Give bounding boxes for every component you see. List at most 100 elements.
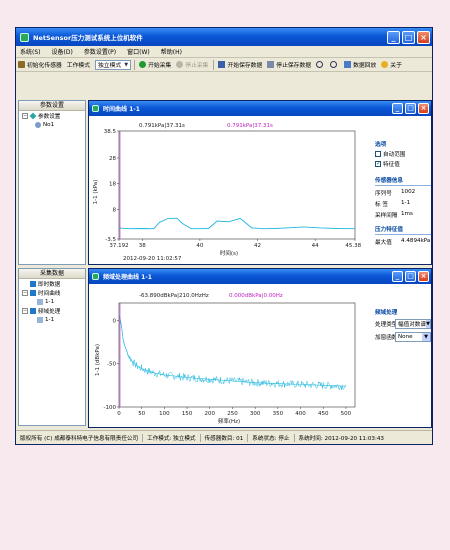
serial-row: 序列号 1002 (375, 189, 431, 197)
diamond-icon (29, 112, 37, 119)
x-tick-label: 200 (205, 411, 216, 417)
max-label: 最大值 (375, 240, 392, 246)
close-button[interactable]: × (417, 30, 430, 44)
x-axis-label: 时间(s) (220, 249, 238, 257)
window-fn-select[interactable]: None ▼ (395, 332, 431, 342)
stop-acquire-label: 停止采集 (185, 63, 209, 69)
proc-type-row: 处理类型 幅值对数谱 ▼ (375, 319, 431, 329)
feature-checkbox[interactable]: ✓ 特征值 (375, 160, 431, 168)
x-tick-label: 37.192 (109, 243, 128, 249)
tree-label: 即时数据 (38, 281, 61, 288)
maximize-button[interactable]: □ (405, 103, 416, 114)
about-button[interactable]: 关于 (381, 60, 402, 69)
plot-frame (118, 130, 356, 240)
zoom-in-button[interactable] (316, 61, 325, 68)
minimize-button[interactable]: _ (387, 30, 400, 44)
interval-row: 采样间隔 1ms (375, 211, 431, 219)
start-acquire-label: 开始采集 (148, 63, 172, 69)
zoom-out-button[interactable] (330, 61, 339, 68)
close-button[interactable]: × (418, 103, 429, 114)
menu-help[interactable]: 帮助(H) (161, 47, 182, 56)
collapse-icon[interactable]: − (22, 289, 28, 296)
tree-item-freq[interactable]: − 频域处理 (19, 306, 85, 315)
save-icon (218, 61, 226, 68)
freq-plot-area: 0 50 100 150 200 250 300 350 400 450 500 -100 -50 0 (104, 302, 356, 417)
maximize-button[interactable]: □ (402, 30, 415, 44)
tree-label: 参数设置 (38, 113, 61, 120)
tree-item-no1[interactable]: No1 (19, 120, 85, 129)
freq-window-title-bar[interactable]: 频域处理曲线 1-1 _ □ × (89, 269, 431, 284)
init-sensor-button[interactable]: 初始化传感器 (18, 60, 62, 69)
status-mode: 工作模式: 独立模式 (143, 433, 201, 442)
tree-item-time-1-1[interactable]: 1-1 (19, 297, 85, 306)
chevron-down-icon: ▼ (422, 333, 430, 341)
main-title-bar[interactable]: NetSensor压力测试系统上位机软件 _ □ × (16, 28, 432, 46)
maximize-button[interactable]: □ (405, 271, 416, 282)
proc-type-select[interactable]: 幅值对数谱 ▼ (395, 319, 431, 329)
freq-y-axis-label: 1-1 (dBkPa) (95, 344, 101, 376)
tree-item-time-curve[interactable]: − 时间曲线 (19, 288, 85, 297)
pressure-title: 压力特征值 (375, 225, 431, 235)
work-mode-label: 工作模式 (66, 63, 90, 69)
curve-icon (30, 289, 36, 296)
work-mode-select[interactable]: 独立模式 ▼ (95, 59, 132, 70)
stop-acquire-button[interactable]: 停止采集 (176, 60, 208, 69)
tag-row: 标 签 1-1 (375, 200, 431, 208)
chart-window-icon (92, 105, 99, 112)
close-button[interactable]: × (418, 271, 429, 282)
zoom-out-icon (330, 61, 338, 68)
max-row: 最大值 4.4894kPa (375, 238, 431, 246)
start-save-button[interactable]: 开始保存数据 (218, 60, 262, 69)
params-panel: 参数设置 − 参数设置 No1 (18, 100, 86, 265)
checkbox-checked[interactable]: ✓ (375, 161, 381, 167)
chart-window-icon (92, 273, 99, 280)
work-mode-value: 独立模式 (98, 63, 122, 69)
freq-proc-title: 频域处理 (375, 310, 398, 316)
time-window-title-bar[interactable]: 时间曲线 1-1 _ □ × (89, 101, 431, 116)
start-acquire-button[interactable]: 开始采集 (139, 60, 171, 69)
stop-save-icon (267, 61, 275, 68)
channel-icon (37, 298, 43, 305)
y-tick-label: 28 (109, 156, 116, 162)
sensor-icon (35, 121, 41, 128)
stop-save-button[interactable]: 停止保存数据 (267, 60, 311, 69)
wrench-icon (18, 61, 25, 68)
chevron-down-icon: ▼ (124, 61, 129, 68)
menu-bar: 系统(S) 设备(D) 参数设置(P) 窗口(W) 帮助(H) (16, 46, 432, 58)
auto-range-checkbox[interactable]: 自动范围 (375, 150, 431, 158)
window-title: NetSensor压力测试系统上位机软件 (33, 34, 143, 42)
app-icon (20, 32, 29, 42)
window-fn-label: 加窗函数 (375, 335, 398, 341)
freq-chart[interactable]: -63.890dBkPa|210.0HzHz 0.000dBkPa|0.00Hz… (89, 285, 361, 428)
collapse-icon[interactable]: − (22, 307, 28, 314)
minimize-button[interactable]: _ (392, 103, 403, 114)
y-axis-label: 1-1 (kPa) (93, 180, 99, 205)
menu-system[interactable]: 系统(S) (20, 47, 41, 56)
freq-cursor1-readout: -63.890dBkPa|210.0HzHz (139, 293, 209, 299)
time-curve-window: 时间曲线 1-1 _ □ × 0.791kPa|37.31s 0.791kPa|… (88, 100, 432, 265)
tree-item-realtime[interactable]: 即时数据 (19, 279, 85, 288)
y-tick-label: 0 (113, 318, 117, 324)
playback-button[interactable]: 数据回放 (344, 60, 376, 69)
x-tick-label: 400 (295, 411, 306, 417)
menu-params[interactable]: 参数设置(P) (84, 47, 116, 56)
collapse-icon[interactable]: − (22, 112, 28, 119)
y-tick-label: 8 (113, 207, 117, 213)
tree-item-freq-1-1[interactable]: 1-1 (19, 315, 85, 324)
window-fn-value: None (398, 334, 413, 340)
x-tick-label: 450 (318, 411, 329, 417)
menu-window[interactable]: 窗口(W) (127, 47, 150, 56)
playback-icon (344, 61, 352, 68)
x-tick-label: 500 (341, 411, 352, 417)
minimize-button[interactable]: _ (392, 271, 403, 282)
checkbox-box[interactable] (375, 151, 381, 157)
menu-device[interactable]: 设备(D) (52, 47, 73, 56)
x-tick-label: 38 (139, 243, 146, 249)
tree-item-params-root[interactable]: − 参数设置 (19, 111, 85, 120)
tree-label: 1-1 (45, 298, 55, 305)
time-chart[interactable]: 0.791kPa|37.31s 0.791kPa|37.31s 2012-09-… (89, 117, 361, 265)
x-tick-label: 40 (196, 243, 203, 249)
sensor-info-title: 传感器信息 (375, 176, 431, 186)
zoom-in-icon (316, 61, 324, 68)
status-sensors: 传感器数目: 01 (201, 433, 249, 442)
